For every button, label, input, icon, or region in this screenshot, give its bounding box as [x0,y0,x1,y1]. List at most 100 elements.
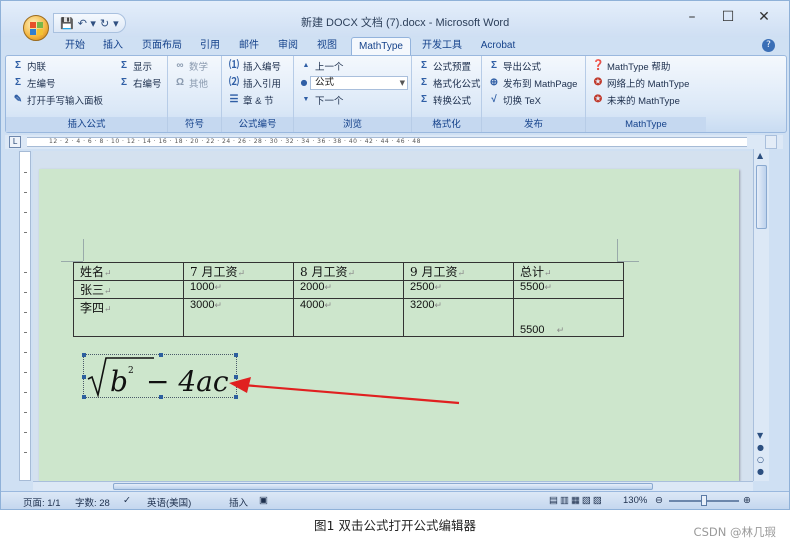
vertical-scrollbar[interactable]: ▲ ▼ ● ○ ● [753,149,769,481]
next-page-icon[interactable]: ● [757,467,764,476]
save-icon[interactable]: 💾 [60,17,74,30]
right-number-button[interactable]: Σ 右编号 [118,76,162,90]
language-indicator[interactable]: 英语(美国) [147,495,191,509]
table-header-cell[interactable]: 9 月工资↵ [403,262,514,281]
scroll-thumb[interactable] [756,165,767,229]
list-icon: ☰ [229,94,239,105]
group-publish: Σ 导出公式 ⊕ 发布到 MathPage √ 切换 TeX 发布 [482,56,586,132]
table-cell[interactable]: 5500↵ [513,280,624,299]
table-cell[interactable]: 2000↵ [293,280,404,299]
undo-icon[interactable]: ↶ ▾ [78,17,96,30]
display-button[interactable]: Σ 显示 [118,59,152,73]
title-bar: 💾 ↶ ▾ ↻ ▾ 新建 DOCX 文档 (7).docx - Microsof… [1,1,789,41]
salary-table[interactable]: 姓名↵ 7 月工资↵ 8 月工资↵ 9 月工资↵ 总计↵ 张三↵ 1000↵ 2… [73,262,624,337]
word-count[interactable]: 字数: 28 [75,495,110,509]
table-header-cell[interactable]: 姓名↵ [73,262,184,281]
hscroll-thumb[interactable] [113,483,653,490]
tab-references[interactable]: 引用 [195,37,225,55]
table-cell[interactable]: 4000↵ [293,298,404,337]
minimize-button[interactable]: – [685,9,699,25]
close-button[interactable]: ✕ [757,9,771,25]
omega-icon: Ω [175,77,185,88]
tab-stop-selector[interactable]: L [9,136,21,148]
group-label-browse: 浏览 [294,117,411,132]
tab-insert[interactable]: 插入 [97,37,129,55]
horizontal-ruler[interactable]: 12 · 2 · 4 · 6 · 8 · 10 · 12 · 14 · 16 ·… [27,137,747,147]
mathtype-online-button[interactable]: ✪ 网络上的 MathType [592,76,690,90]
prev-page-icon[interactable]: ● [757,443,764,452]
zoom-slider-handle[interactable] [701,495,707,506]
globe-icon: ⊕ [489,77,499,88]
tab-home[interactable]: 开始 [59,37,91,55]
tab-review[interactable]: 审阅 [273,37,303,55]
format-formula-button[interactable]: Σ 格式化公式 [418,76,481,90]
help-icon[interactable]: ? [762,39,775,52]
zoom-level[interactable]: 130% [623,495,647,506]
proofing-icon[interactable]: ✓ [123,495,131,506]
insert-reference-button[interactable]: ⑵ 插入引用 [228,76,281,90]
browse-type-select[interactable]: 公式 ▼ [310,76,408,90]
formula-preset-button[interactable]: Σ 公式预置 [418,59,471,73]
scroll-up-icon[interactable]: ▲ [757,151,763,160]
next-button[interactable]: ▼ 下一个 [300,93,344,107]
table-cell[interactable]: 3000↵ [183,298,294,337]
quick-access-toolbar: 💾 ↶ ▾ ↻ ▾ [53,13,126,33]
browse-object-icon[interactable]: ○ [757,455,764,464]
customize-qat-icon[interactable]: ▾ [113,17,119,30]
infinity-icon: ∞ [176,60,184,71]
zoom-out-icon[interactable]: ⊖ [655,495,663,506]
page-count[interactable]: 页面: 1/1 [23,495,61,509]
table-cell[interactable]: 1000↵ [183,280,294,299]
table-header-cell[interactable]: 7 月工资↵ [183,262,294,281]
group-insert-formula: Σ 内联 Σ 显示 Σ 左编号 Σ 右编号 ✎ 打开手写输入面板 插入公式 [6,56,168,132]
other-symbols-button[interactable]: Ω 其他 [174,76,208,90]
tab-view[interactable]: 视图 [311,37,343,55]
mathtype-future-button[interactable]: ✪ 未来的 MathType [592,93,680,107]
macro-record-icon[interactable]: ▣ [259,495,268,506]
tab-mathtype[interactable]: MathType [351,37,411,55]
table-header-cell[interactable]: 总计↵ [513,262,624,281]
view-ruler-button[interactable] [765,135,777,149]
horizontal-scrollbar[interactable] [33,481,753,491]
vertical-ruler[interactable] [19,151,31,481]
tab-developer[interactable]: 开发工具 [417,37,467,55]
view-buttons[interactable]: ▤▥▦▧▨ [549,495,604,506]
sigma-right-icon: Σ [120,77,127,88]
previous-button[interactable]: ▲ 上一个 [300,59,344,73]
table-cell[interactable]: 张三↵ [73,280,184,299]
inline-button[interactable]: Σ 内联 [12,59,46,73]
maximize-button[interactable]: ☐ [721,9,735,25]
window-controls: – ☐ ✕ [685,9,771,25]
table-header-cell[interactable]: 8 月工资↵ [293,262,404,281]
convert-formula-button[interactable]: Σ 转换公式 [418,93,471,107]
help-circle-icon: ❓ [592,60,605,71]
insert-number-button[interactable]: ⑴ 插入编号 [228,59,281,73]
target-icon: ● [300,78,308,87]
equation-object[interactable]: b 2 − 4ac [82,353,238,399]
sigma-left-icon: Σ [14,77,21,88]
insert-mode-indicator[interactable]: 插入 [229,495,248,509]
redo-icon[interactable]: ↻ [100,17,109,30]
math-symbols-button[interactable]: ∞ 数学 [174,59,208,73]
tab-page-layout[interactable]: 页面布局 [137,37,187,55]
tab-mailings[interactable]: 邮件 [233,37,265,55]
zoom-in-icon[interactable]: ⊕ [743,495,751,506]
table-cell[interactable]: 3200↵ [403,298,514,337]
chapter-section-button[interactable]: ☰ 章 & 节 [228,93,274,107]
table-cell[interactable]: 5500 ↵ [513,298,624,337]
left-number-button[interactable]: Σ 左编号 [12,76,56,90]
table-cell[interactable]: 李四↵ [73,298,184,337]
handwriting-panel-button[interactable]: ✎ 打开手写输入面板 [12,93,103,107]
table-cell[interactable]: 2500↵ [403,280,514,299]
toggle-tex-button[interactable]: √ 切换 TeX [488,93,541,107]
office-logo-icon [30,22,43,35]
tab-acrobat[interactable]: Acrobat [475,37,521,55]
ruler-row: L 12 · 2 · 4 · 6 · 8 · 10 · 12 · 14 · 16… [5,135,783,149]
word-window: 💾 ↶ ▾ ↻ ▾ 新建 DOCX 文档 (7).docx - Microsof… [0,0,790,510]
export-formula-button[interactable]: Σ 导出公式 [488,59,541,73]
scroll-down-icon[interactable]: ▼ [757,431,763,440]
watermark: CSDN @林几瑕 [693,525,776,539]
publish-mathpage-button[interactable]: ⊕ 发布到 MathPage [488,76,578,90]
mathtype-help-button[interactable]: ❓ MathType 帮助 [592,59,670,73]
table-row: 张三↵ 1000↵ 2000↵ 2500↵ 5500↵ [73,280,624,299]
